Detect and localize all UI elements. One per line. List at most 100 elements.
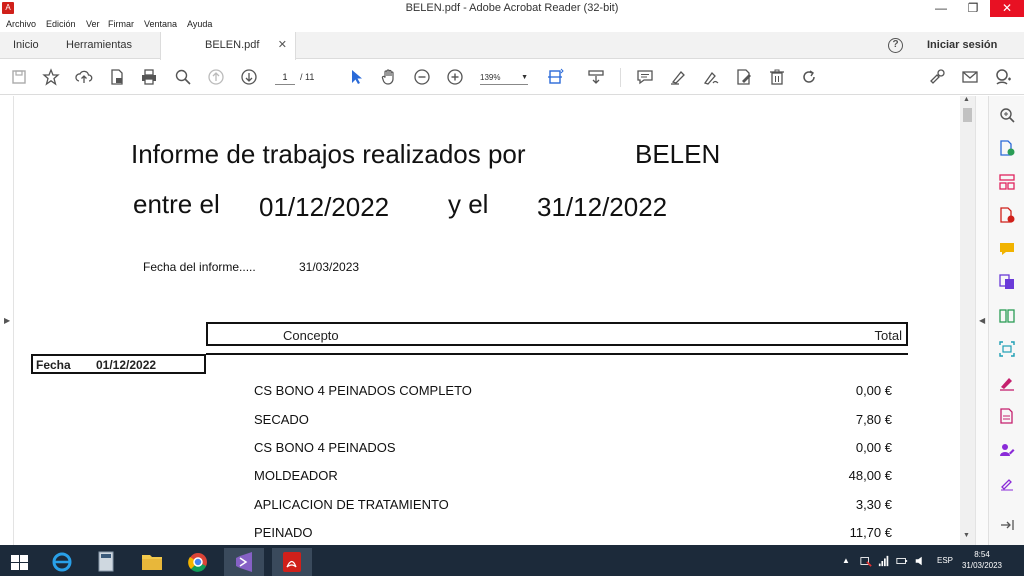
acrobat-taskbar-icon[interactable] — [272, 548, 312, 576]
save-icon[interactable] — [10, 68, 28, 86]
hand-tool-icon[interactable] — [380, 68, 398, 86]
bookmark-star-icon[interactable] — [42, 68, 60, 86]
row-total: 11,70 € — [849, 525, 892, 540]
fit-page-icon[interactable] — [546, 68, 564, 86]
row-total: 0,00 € — [855, 383, 892, 398]
date-from: 01/12/2022 — [259, 192, 390, 222]
edit-pdf-icon[interactable] — [998, 407, 1016, 425]
menu-edicion[interactable]: Edición — [46, 19, 76, 29]
left-panel-toggle[interactable]: ▶ — [0, 96, 14, 545]
taskbar-clock[interactable]: 8:54 31/03/2023 — [960, 549, 1004, 571]
tools-pane — [988, 96, 1024, 545]
minimize-button[interactable]: — — [926, 0, 956, 17]
tab-close-icon[interactable]: ✕ — [278, 32, 287, 59]
signin-button[interactable]: Iniciar sesión — [927, 32, 997, 59]
scroll-mode-icon[interactable] — [587, 68, 605, 86]
create-pdf-icon[interactable] — [998, 206, 1016, 224]
report-title: Informe de trabajos realizados por — [131, 139, 526, 169]
menu-ayuda[interactable]: Ayuda — [187, 19, 212, 29]
comment-tool-icon[interactable] — [998, 240, 1016, 258]
vertical-scrollbar[interactable]: ▲ ▼ — [960, 96, 975, 545]
fill-sign-icon[interactable] — [735, 68, 753, 86]
chevron-down-icon: ▼ — [521, 74, 528, 81]
organize-pages-icon[interactable] — [998, 173, 1016, 191]
right-panel-toggle[interactable]: ◀ — [975, 96, 988, 545]
visual-studio-icon[interactable] — [224, 548, 264, 576]
toolbar-separator — [620, 68, 621, 87]
internet-explorer-icon[interactable] — [42, 548, 82, 576]
comment-icon[interactable] — [636, 68, 654, 86]
tab-herramientas[interactable]: Herramientas — [56, 32, 142, 59]
tab-document[interactable]: BELEN.pdf ✕ — [160, 32, 296, 60]
draw-sign-icon[interactable] — [702, 68, 720, 86]
menu-archivo[interactable]: Archivo — [6, 19, 36, 29]
scrollbar-thumb[interactable] — [963, 108, 972, 122]
tab-document-label: BELEN.pdf — [205, 39, 260, 51]
row-total: 3,30 € — [855, 497, 892, 512]
clock-time: 8:54 — [974, 550, 990, 559]
file-explorer-icon[interactable] — [132, 548, 172, 576]
row-concept: APLICACION DE TRATAMIENTO — [254, 497, 449, 512]
zoom-level-value: 139% — [480, 73, 501, 82]
tray-chevron-icon[interactable]: ▲ — [842, 545, 850, 576]
tray-signal-icon[interactable] — [878, 545, 890, 576]
menu-ver[interactable]: Ver — [86, 19, 100, 29]
column-concept: Concepto — [283, 328, 339, 343]
date-group-header: Fecha 01/12/2022 — [31, 354, 206, 374]
row-concept: MOLDEADOR — [254, 468, 338, 483]
page-number-input[interactable]: 1 — [275, 70, 295, 85]
scan-ocr-icon[interactable] — [998, 340, 1016, 358]
page-down-icon[interactable] — [240, 68, 258, 86]
protect-pen-icon[interactable] — [998, 474, 1016, 492]
scroll-up-icon[interactable]: ▲ — [963, 96, 970, 103]
link-sign-icon[interactable] — [928, 68, 946, 86]
document-view[interactable]: Informe de trabajos realizados por BELEN… — [14, 96, 960, 545]
tab-bar: Inicio Herramientas BELEN.pdf ✕ ? Inicia… — [0, 32, 1024, 60]
zoom-out-icon[interactable] — [413, 68, 431, 86]
zoom-in-icon[interactable] — [446, 68, 464, 86]
help-icon[interactable]: ? — [888, 38, 903, 53]
page-total-label: / 11 — [300, 72, 315, 82]
title-bar: A BELEN.pdf - Adobe Acrobat Reader (32-b… — [0, 0, 1024, 17]
table-divider — [206, 353, 908, 355]
menu-ventana[interactable]: Ventana — [144, 19, 177, 29]
calculator-icon[interactable] — [86, 548, 126, 576]
expand-pane-icon[interactable] — [998, 516, 1016, 534]
menu-firmar[interactable]: Firmar — [108, 19, 134, 29]
tray-battery-icon[interactable] — [896, 545, 908, 576]
search-zoom-icon[interactable] — [998, 106, 1016, 124]
select-cursor-icon[interactable] — [347, 68, 365, 86]
row-total: 0,00 € — [855, 440, 892, 455]
upload-cloud-icon[interactable] — [75, 68, 93, 86]
tab-inicio[interactable]: Inicio — [3, 32, 49, 59]
tray-network-icon[interactable] — [860, 545, 872, 576]
row-total: 7,80 € — [855, 412, 892, 427]
request-signatures-icon[interactable] — [998, 441, 1016, 459]
highlight-pen-icon[interactable] — [669, 68, 687, 86]
chrome-icon[interactable] — [178, 548, 218, 576]
trash-icon[interactable] — [768, 68, 786, 86]
email-icon[interactable] — [961, 68, 979, 86]
combine-files-icon[interactable] — [998, 273, 1016, 291]
date-group-value: 01/12/2022 — [96, 358, 157, 372]
zoom-level-select[interactable]: 139% ▼ — [480, 70, 528, 85]
clock-date: 31/03/2023 — [961, 561, 1003, 570]
main-toolbar: 1 / 11 139% ▼ — [0, 60, 1024, 95]
report-date-label: Fecha del informe..... — [143, 260, 256, 274]
zoom-search-icon[interactable] — [174, 68, 192, 86]
share-user-icon[interactable] — [994, 68, 1012, 86]
close-button[interactable]: ✕ — [990, 0, 1024, 17]
rotate-icon[interactable] — [800, 68, 818, 86]
export-pdf-icon[interactable] — [998, 139, 1016, 157]
windows-start-icon[interactable] — [0, 548, 40, 576]
page-up-icon[interactable] — [207, 68, 225, 86]
fill-and-sign-icon[interactable] — [998, 374, 1016, 392]
restore-button[interactable]: ❐ — [958, 0, 988, 17]
tray-language[interactable]: ESP — [937, 545, 953, 576]
scroll-down-icon[interactable]: ▼ — [963, 532, 970, 539]
date-group-label: Fecha — [36, 358, 71, 372]
file-lock-icon[interactable] — [108, 68, 126, 86]
compare-files-icon[interactable] — [998, 307, 1016, 325]
tray-volume-icon[interactable] — [914, 545, 926, 576]
print-icon[interactable] — [140, 68, 158, 86]
